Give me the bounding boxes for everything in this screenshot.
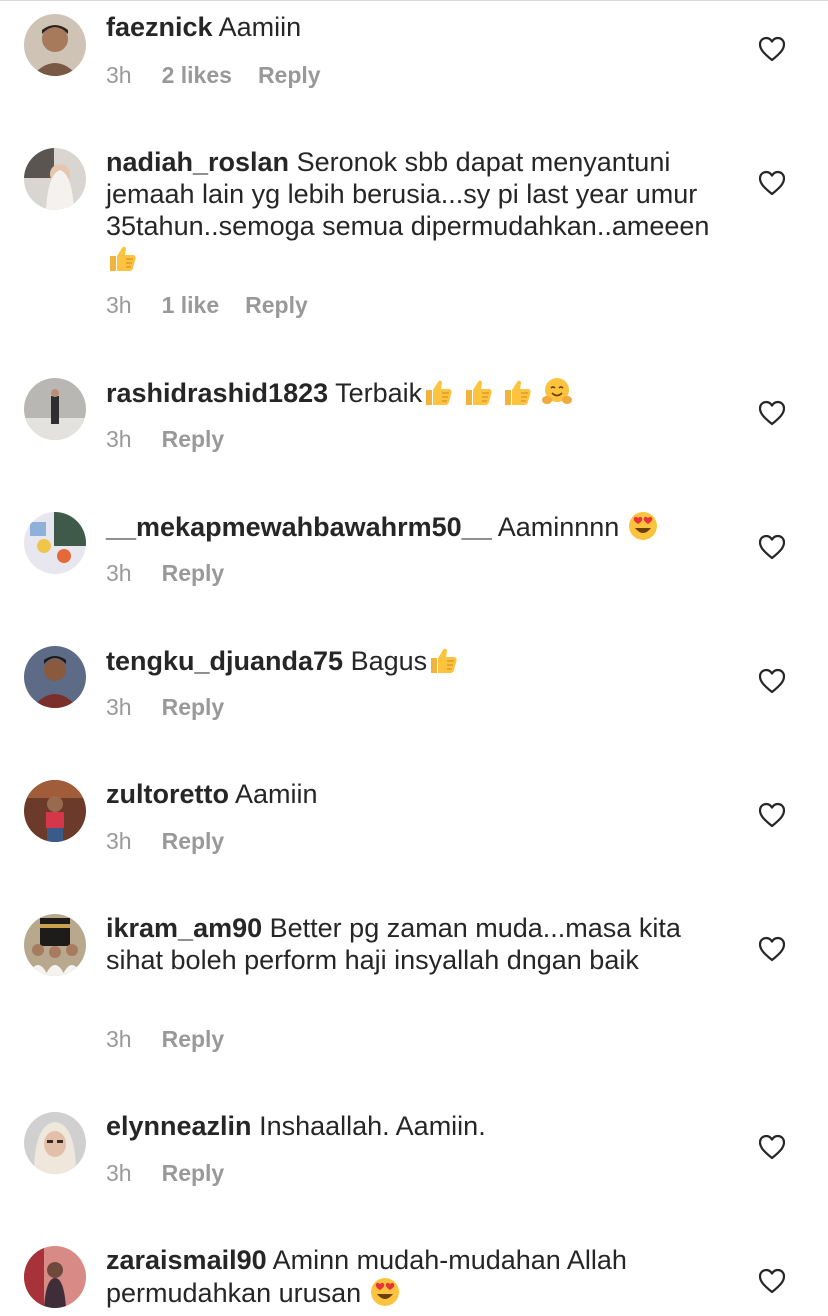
comment-text: nadiah_roslan Seronok sbb dapat menyantu…: [106, 146, 716, 275]
heart-outline-icon[interactable]: [758, 1134, 786, 1160]
reply-button[interactable]: Reply: [162, 426, 225, 452]
comment-text: ikram_am90 Better pg zaman muda...masa k…: [106, 912, 716, 976]
avatar[interactable]: [24, 646, 86, 708]
comment-time: 3h: [106, 62, 132, 88]
comment-text: __mekapmewahbawahrm50__ Aaminnnn: [106, 510, 716, 543]
heart-outline-icon[interactable]: [758, 534, 786, 560]
heart-outline-icon[interactable]: [758, 802, 786, 828]
comment-username[interactable]: __mekapmewahbawahrm50__: [106, 512, 492, 542]
comment-likes[interactable]: 2 likes: [162, 62, 232, 88]
comment-meta: 3h Reply: [106, 1158, 250, 1188]
comment-username[interactable]: zultoretto: [106, 779, 229, 809]
comment-body: Bagus: [350, 646, 428, 676]
heart-outline-icon[interactable]: [758, 170, 786, 196]
comment-meta: 3h 2 likes Reply: [106, 60, 347, 90]
heart-outline-icon[interactable]: [758, 36, 786, 62]
comment-text: zaraismail90 Aminn mudah-mudahan Allah p…: [106, 1244, 716, 1309]
comment-username[interactable]: rashidrashid1823: [106, 378, 328, 408]
comment-time: 3h: [106, 560, 132, 586]
reply-button[interactable]: Reply: [162, 828, 225, 854]
comment-meta: 3h 1 like Reply: [106, 290, 334, 320]
reply-button[interactable]: Reply: [245, 292, 308, 318]
comment-body: Aamiin: [218, 12, 302, 42]
comment-meta: 3h Reply: [106, 424, 250, 454]
comment-text: faeznick Aamiin: [106, 11, 716, 43]
avatar[interactable]: [24, 914, 86, 976]
heart-eyes-emoji: [627, 510, 659, 542]
comment-username[interactable]: nadiah_roslan: [106, 147, 289, 177]
reply-button[interactable]: Reply: [258, 62, 321, 88]
comment-time: 3h: [106, 828, 132, 854]
heart-outline-icon[interactable]: [758, 400, 786, 426]
comment-time: 3h: [106, 694, 132, 720]
comment-username[interactable]: faeznick: [106, 12, 213, 42]
thumbs-up-emoji: [422, 376, 454, 408]
avatar[interactable]: [24, 780, 86, 842]
comment-text: rashidrashid1823 Terbaik: [106, 376, 716, 409]
comment-username[interactable]: zaraismail90: [106, 1245, 267, 1275]
top-divider: [0, 0, 828, 1]
avatar[interactable]: [24, 378, 86, 440]
comment-username[interactable]: tengku_djuanda75: [106, 646, 343, 676]
comment-time: 3h: [106, 426, 132, 452]
comment-time: 3h: [106, 1160, 132, 1186]
avatar[interactable]: [24, 512, 86, 574]
avatar[interactable]: [24, 148, 86, 210]
heart-outline-icon[interactable]: [758, 668, 786, 694]
thumbs-up-emoji: [462, 376, 494, 408]
reply-button[interactable]: Reply: [162, 1026, 225, 1052]
comment-username[interactable]: ikram_am90: [106, 913, 262, 943]
comment-body: Inshaallah. Aamiin.: [259, 1111, 486, 1141]
comment-username[interactable]: elynneazlin: [106, 1111, 252, 1141]
reply-button[interactable]: Reply: [162, 1160, 225, 1186]
avatar[interactable]: [24, 1112, 86, 1174]
heart-outline-icon[interactable]: [758, 936, 786, 962]
reply-button[interactable]: Reply: [162, 694, 225, 720]
comment-text: zultoretto Aamiin: [106, 778, 716, 810]
comment-body: Aaminnnn: [497, 512, 620, 542]
reply-button[interactable]: Reply: [162, 560, 225, 586]
comment-body: Terbaik: [335, 378, 423, 408]
avatar[interactable]: [24, 14, 86, 76]
avatar[interactable]: [24, 1246, 86, 1308]
heart-eyes-emoji: [369, 1276, 401, 1308]
thumbs-up-emoji: [501, 376, 533, 408]
hugging-face-emoji: [541, 376, 573, 408]
comment-text: tengku_djuanda75 Bagus: [106, 644, 716, 677]
comment-time: 3h: [106, 1026, 132, 1052]
comment-text: elynneazlin Inshaallah. Aamiin.: [106, 1110, 716, 1142]
comment-time: 3h: [106, 292, 132, 318]
comment-meta: 3h Reply: [106, 1024, 250, 1054]
heart-outline-icon[interactable]: [758, 1268, 786, 1294]
thumbs-up-emoji: [427, 644, 459, 676]
comment-meta: 3h Reply: [106, 826, 250, 856]
thumbs-up-emoji: [106, 242, 138, 274]
comment-meta: 3h Reply: [106, 558, 250, 588]
comment-meta: 3h Reply: [106, 692, 250, 722]
comment-likes[interactable]: 1 like: [162, 292, 220, 318]
comment-body: Aamiin: [235, 779, 318, 809]
